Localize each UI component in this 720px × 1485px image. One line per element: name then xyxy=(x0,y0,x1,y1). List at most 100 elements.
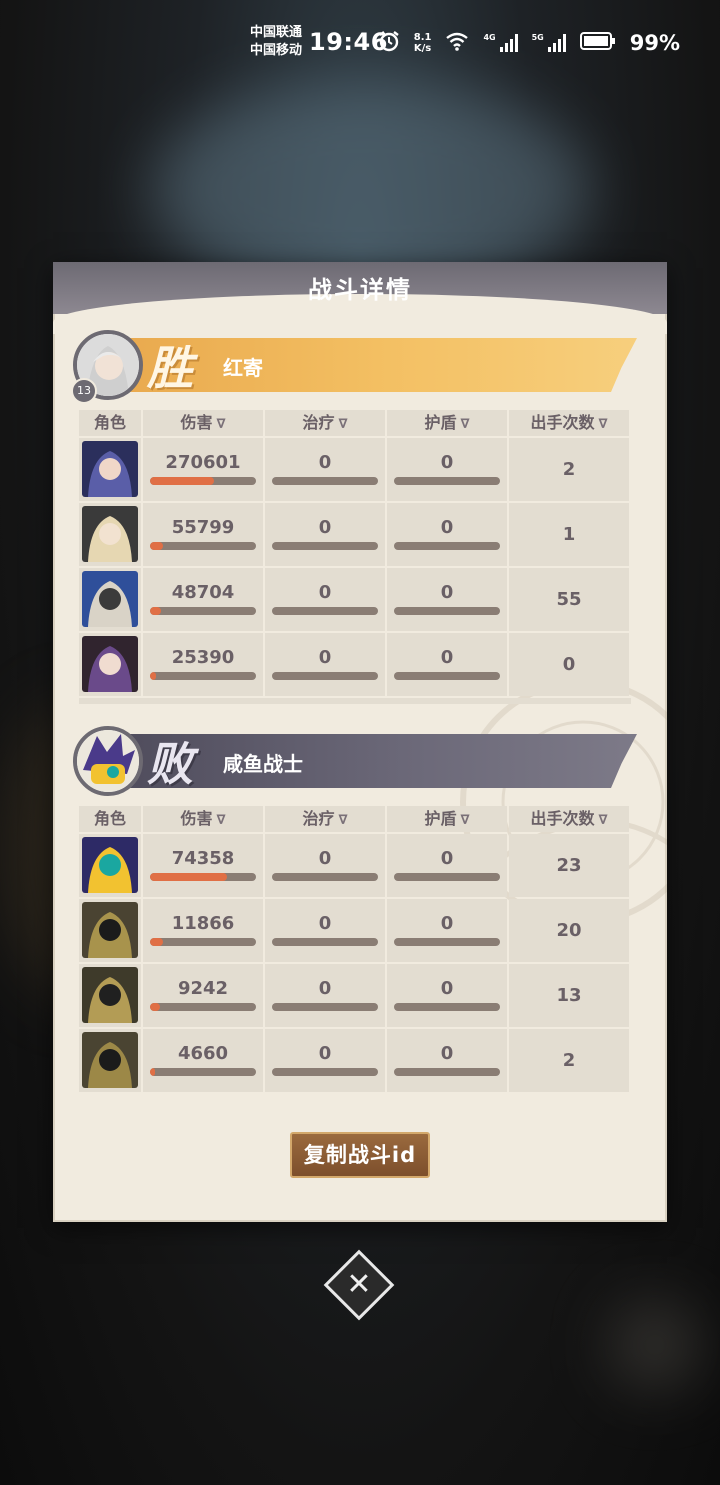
role-cell xyxy=(79,503,141,566)
heal-value: 0 xyxy=(318,582,332,603)
copy-battle-id-button[interactable]: 复制战斗id xyxy=(290,1132,430,1178)
character-portrait[interactable] xyxy=(82,837,138,893)
table-row: 4660 0 0 2 xyxy=(79,1029,631,1092)
shield-bar xyxy=(394,1003,500,1011)
shield-value: 0 xyxy=(440,1043,454,1064)
heal-cell: 0 xyxy=(265,964,385,1027)
damage-cell: 48704 xyxy=(143,568,263,631)
character-portrait[interactable] xyxy=(82,506,138,562)
player-name: 红寄 xyxy=(223,356,263,380)
stats-table-team-1: 角色 伤害 ∇ 治疗 ∇ 护盾 ∇ 出手次数 ∇ 270601 0 0 2 55… xyxy=(79,410,631,704)
actions-value: 1 xyxy=(562,524,576,545)
shield-value: 0 xyxy=(440,452,454,473)
damage-bar-fill xyxy=(150,1068,156,1076)
column-header-damage[interactable]: 伤害 ∇ xyxy=(143,410,263,436)
damage-value: 74358 xyxy=(171,848,235,869)
actions-value: 2 xyxy=(562,459,576,480)
status-bar: 中国联通 中国移动 19:46 8.1 K/s 4G 5G 99% xyxy=(0,0,720,84)
shield-cell: 0 xyxy=(387,1029,507,1092)
sort-icon: ∇ xyxy=(338,813,348,828)
damage-value: 11866 xyxy=(171,913,235,934)
character-portrait[interactable] xyxy=(82,571,138,627)
team-banner-loser: 败 咸鱼战士 xyxy=(73,726,643,796)
character-portrait[interactable] xyxy=(82,967,138,1023)
shield-bar xyxy=(394,672,500,680)
partial-row xyxy=(79,698,631,704)
character-portrait[interactable] xyxy=(82,902,138,958)
damage-bar-fill xyxy=(150,672,157,680)
damage-bar-fill xyxy=(150,607,161,615)
actions-cell: 2 xyxy=(509,438,629,501)
heal-value: 0 xyxy=(318,978,332,999)
table-row: 74358 0 0 23 xyxy=(79,834,631,897)
heal-value: 0 xyxy=(318,848,332,869)
character-portrait[interactable] xyxy=(82,636,138,692)
shield-bar xyxy=(394,873,500,881)
column-header-role: 角色 xyxy=(79,806,141,832)
heal-cell: 0 xyxy=(265,438,385,501)
role-cell xyxy=(79,1029,141,1092)
heal-bar xyxy=(272,873,378,881)
team-banner-winner: 13 胜 红寄 xyxy=(71,330,643,404)
damage-value: 55799 xyxy=(171,517,235,538)
damage-cell: 9242 xyxy=(143,964,263,1027)
close-icon: ✕ xyxy=(346,1267,372,1302)
battery-icon xyxy=(579,32,616,54)
damage-bar-fill xyxy=(150,542,163,550)
heal-bar xyxy=(272,672,378,680)
sort-icon: ∇ xyxy=(216,813,226,828)
heal-cell: 0 xyxy=(265,834,385,897)
column-header-shield[interactable]: 护盾 ∇ xyxy=(387,806,507,832)
battery-percent: 99% xyxy=(629,31,680,55)
heal-value: 0 xyxy=(318,647,332,668)
shield-bar xyxy=(394,542,500,550)
dialog-title: 战斗详情 xyxy=(308,276,412,304)
character-portrait[interactable] xyxy=(82,441,138,497)
damage-cell: 25390 xyxy=(143,633,263,696)
stats-table-team-2: 角色 伤害 ∇ 治疗 ∇ 护盾 ∇ 出手次数 ∇ 74358 0 0 23 11… xyxy=(79,806,631,1094)
damage-bar xyxy=(150,477,256,485)
column-header-shield[interactable]: 护盾 ∇ xyxy=(387,410,507,436)
column-header-heal[interactable]: 治疗 ∇ xyxy=(265,410,385,436)
shield-cell: 0 xyxy=(387,964,507,1027)
shield-value: 0 xyxy=(440,582,454,603)
heal-value: 0 xyxy=(318,452,332,473)
sort-icon: ∇ xyxy=(460,417,470,432)
role-cell xyxy=(79,568,141,631)
close-button[interactable]: ✕ xyxy=(323,1249,395,1321)
damage-cell: 11866 xyxy=(143,899,263,962)
sort-icon: ∇ xyxy=(338,417,348,432)
damage-value: 25390 xyxy=(171,647,235,668)
avatar[interactable] xyxy=(73,726,143,796)
actions-cell: 23 xyxy=(509,834,629,897)
damage-bar xyxy=(150,672,256,680)
damage-cell: 55799 xyxy=(143,503,263,566)
column-header-actions[interactable]: 出手次数 ∇ xyxy=(509,410,629,436)
damage-bar-fill xyxy=(150,938,163,946)
character-portrait[interactable] xyxy=(82,1032,138,1088)
column-header-actions[interactable]: 出手次数 ∇ xyxy=(509,806,629,832)
actions-cell: 13 xyxy=(509,964,629,1027)
table-row: 270601 0 0 2 xyxy=(79,438,631,501)
heal-value: 0 xyxy=(318,517,332,538)
table-header: 角色 伤害 ∇ 治疗 ∇ 护盾 ∇ 出手次数 ∇ xyxy=(79,806,631,832)
network-gen-1: 4G xyxy=(483,32,496,42)
actions-cell: 55 xyxy=(509,568,629,631)
actions-value: 55 xyxy=(556,589,582,610)
damage-bar-fill xyxy=(150,477,214,485)
shield-value: 0 xyxy=(440,978,454,999)
column-header-heal[interactable]: 治疗 ∇ xyxy=(265,806,385,832)
carrier-labels: 中国联通 中国移动 xyxy=(250,24,302,60)
column-header-damage[interactable]: 伤害 ∇ xyxy=(143,806,263,832)
damage-bar xyxy=(150,873,256,881)
heal-bar xyxy=(272,607,378,615)
wifi-icon xyxy=(445,31,469,55)
shield-bar xyxy=(394,477,500,485)
battle-details-dialog: 战斗详情 13 胜 红寄 角色 伤害 ∇ 治疗 ∇ 护盾 ∇ 出手次数 ∇ 27… xyxy=(53,262,667,1222)
heal-bar xyxy=(272,938,378,946)
player-name: 咸鱼战士 xyxy=(223,752,303,776)
shield-cell: 0 xyxy=(387,633,507,696)
role-cell xyxy=(79,438,141,501)
actions-cell: 20 xyxy=(509,899,629,962)
damage-bar-fill xyxy=(150,873,228,881)
